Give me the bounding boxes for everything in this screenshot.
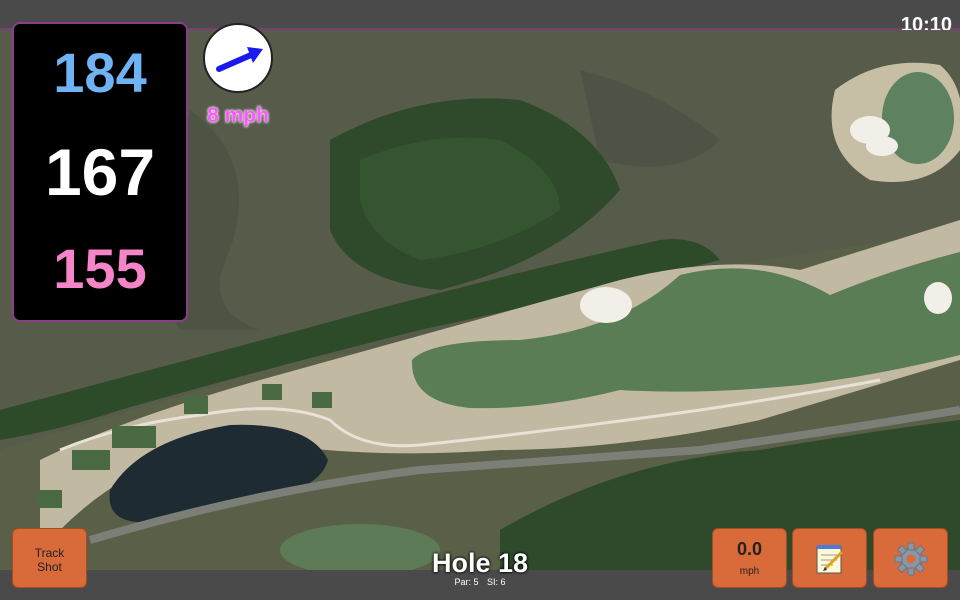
settings-button[interactable]	[873, 528, 948, 588]
speed-button[interactable]: 0.0 mph	[712, 528, 787, 588]
track-shot-label-2: Shot	[37, 560, 62, 574]
track-shot-label-1: Track	[34, 546, 65, 560]
distance-middle: 167	[44, 135, 156, 209]
distance-panel: 184 167 155	[12, 22, 188, 322]
wind-direction-arrow-icon	[216, 47, 263, 72]
notes-button[interactable]	[792, 528, 867, 588]
gear-icon	[894, 542, 928, 576]
distance-back: 184	[53, 41, 147, 104]
notepad-icon	[816, 545, 844, 574]
speed-unit: mph	[739, 566, 760, 577]
speed-value: 0.0	[736, 539, 763, 559]
wind-speed: 8 mph	[207, 104, 269, 127]
hole-info: Par: 5 SI: 6	[380, 577, 580, 587]
hole-par: Par: 5	[454, 577, 479, 587]
track-shot-button[interactable]: Track Shot	[12, 528, 87, 588]
distance-front: 155	[53, 237, 147, 300]
hole-title: Hole 18	[431, 548, 529, 578]
wind-indicator	[203, 23, 273, 93]
hole-si: SI: 6	[487, 577, 506, 587]
